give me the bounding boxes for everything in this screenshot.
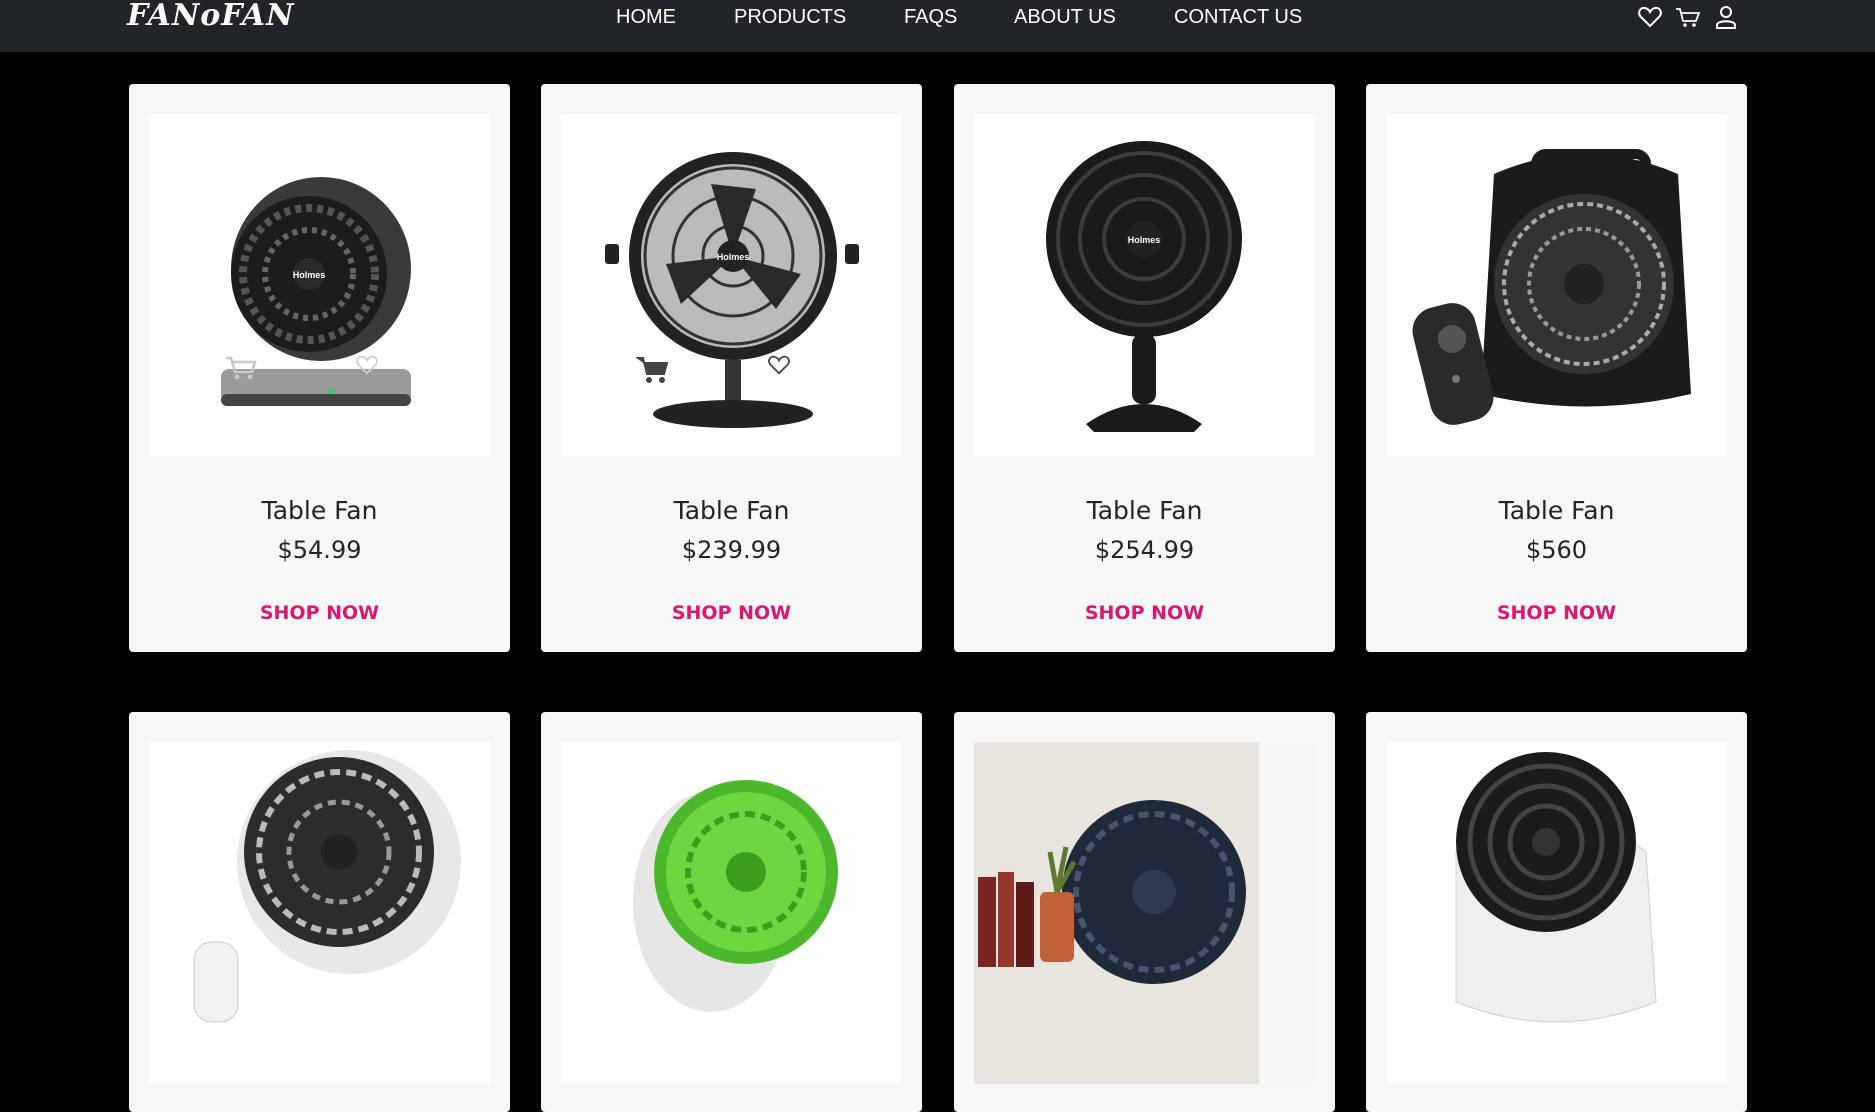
product-image[interactable]: Holmes bbox=[974, 114, 1315, 456]
add-to-cart-icon[interactable] bbox=[224, 354, 258, 380]
product-price: $54.99 bbox=[277, 536, 362, 564]
product-title: Table Fan bbox=[261, 496, 378, 525]
product-card: Holmes Table Fan $254.99 SHOP NOW bbox=[954, 84, 1335, 652]
wishlist-heart-icon[interactable] bbox=[767, 354, 791, 376]
product-card bbox=[541, 712, 922, 1112]
heart-icon[interactable] bbox=[1637, 5, 1663, 29]
product-price: $254.99 bbox=[1094, 536, 1195, 564]
product-title: Table Fan bbox=[1086, 496, 1203, 525]
nav-icons bbox=[1637, 5, 1739, 29]
product-image[interactable]: Holmes bbox=[561, 114, 902, 456]
product-price: $560 bbox=[1525, 536, 1588, 564]
product-card bbox=[129, 712, 510, 1112]
nav-contact-us[interactable]: CONTACT US bbox=[1174, 5, 1302, 29]
product-card: Holmes Table Fan $54.99 SHOP NOW bbox=[129, 84, 510, 652]
wishlist-heart-icon[interactable] bbox=[355, 354, 379, 376]
product-price: $239.99 bbox=[681, 536, 782, 564]
add-to-cart-icon[interactable] bbox=[634, 354, 670, 384]
product-card: Table Fan $560 SHOP NOW bbox=[1366, 84, 1747, 652]
product-title: Table Fan bbox=[673, 496, 790, 525]
svg-text:Holmes: Holmes bbox=[293, 270, 326, 280]
product-card: Holmes Table Fan $239.99 SHOP NOW bbox=[541, 84, 922, 652]
product-image[interactable] bbox=[561, 742, 902, 1084]
shop-now-button[interactable]: SHOP NOW bbox=[129, 602, 510, 624]
nav-about-us[interactable]: ABOUT US bbox=[1014, 5, 1116, 29]
product-card bbox=[1366, 712, 1747, 1112]
product-card bbox=[954, 712, 1335, 1112]
top-navbar: FANoFAN HOME PRODUCTS FAQS ABOUT US CONT… bbox=[0, 0, 1875, 52]
shop-now-button[interactable]: SHOP NOW bbox=[1366, 602, 1747, 624]
nav-home[interactable]: HOME bbox=[616, 5, 676, 29]
shop-now-button[interactable]: SHOP NOW bbox=[541, 602, 922, 624]
product-image[interactable] bbox=[1386, 114, 1727, 456]
svg-text:Holmes: Holmes bbox=[717, 252, 750, 262]
nav-faqs[interactable]: FAQS bbox=[904, 5, 957, 29]
shop-now-button[interactable]: SHOP NOW bbox=[954, 602, 1335, 624]
user-icon[interactable] bbox=[1713, 5, 1739, 29]
product-title: Table Fan bbox=[1498, 496, 1615, 525]
product-image[interactable] bbox=[1386, 742, 1727, 1084]
nav-links: HOME PRODUCTS FAQS ABOUT US CONTACT US bbox=[0, 5, 1875, 29]
cart-icon[interactable] bbox=[1675, 5, 1701, 29]
product-image[interactable] bbox=[974, 742, 1315, 1084]
nav-products[interactable]: PRODUCTS bbox=[734, 5, 846, 29]
product-image[interactable] bbox=[149, 742, 490, 1084]
svg-text:Holmes: Holmes bbox=[1128, 235, 1161, 245]
product-image[interactable]: Holmes bbox=[149, 114, 490, 456]
